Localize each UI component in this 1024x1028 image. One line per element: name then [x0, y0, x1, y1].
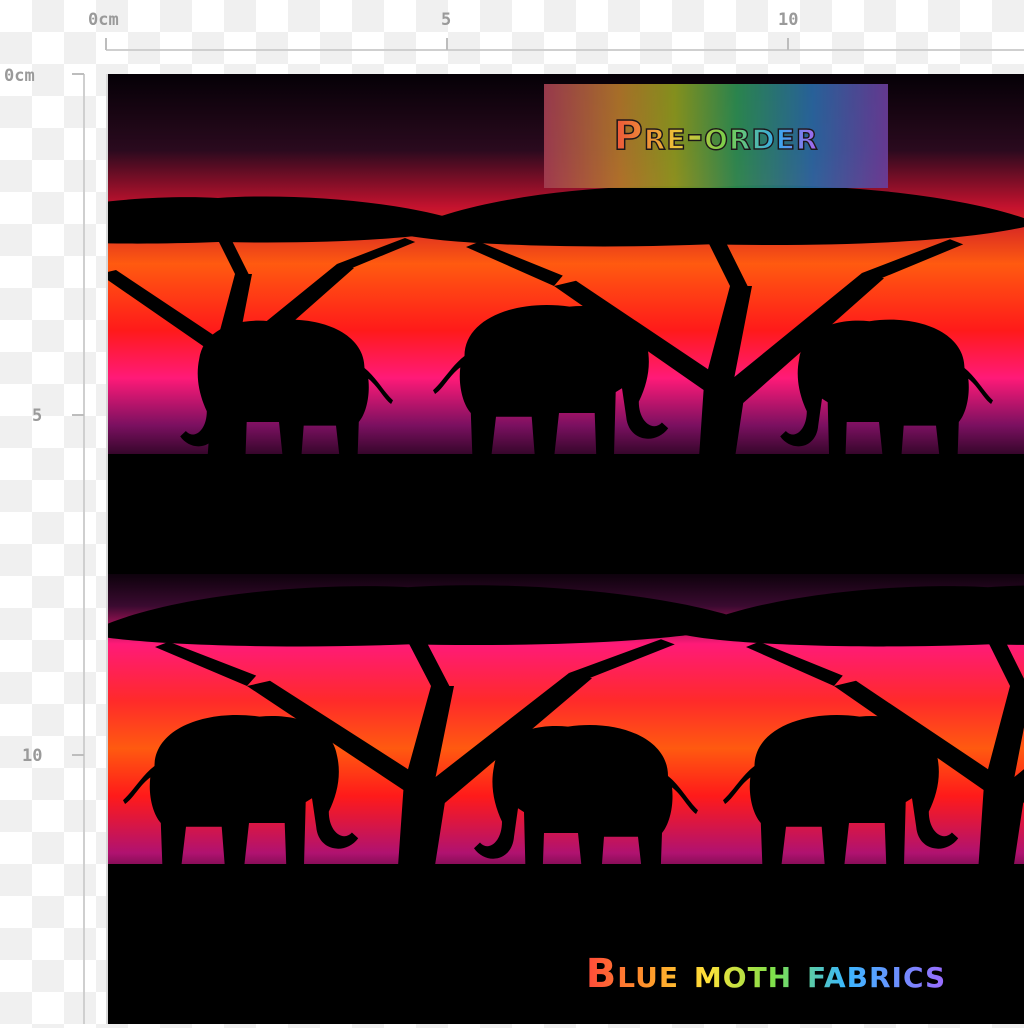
savanna-sunset-pattern — [108, 74, 1024, 1024]
preorder-label: Pre-order — [613, 112, 819, 160]
brand-watermark: Blue moth fabrics — [536, 944, 996, 1004]
horizontal-ruler: 0cm 5 10 — [0, 0, 1024, 60]
ruler-top-label-0: 0cm — [88, 10, 119, 30]
ruler-top-label-5: 5 — [441, 10, 452, 30]
vertical-ruler: 0cm 5 10 — [0, 0, 85, 1024]
fabric-preview — [106, 74, 1024, 1024]
preorder-badge: Pre-order — [544, 84, 888, 188]
horizontal-ruler-ticks — [105, 38, 1024, 51]
ruler-left-label-0: 0cm — [4, 66, 35, 86]
vertical-ruler-ticks — [72, 73, 85, 1024]
ruler-left-label-5: 5 — [32, 406, 43, 426]
ruler-left-label-10: 10 — [22, 746, 43, 766]
brand-label: Blue moth fabrics — [585, 951, 947, 997]
ruler-top-label-10: 10 — [778, 10, 799, 30]
